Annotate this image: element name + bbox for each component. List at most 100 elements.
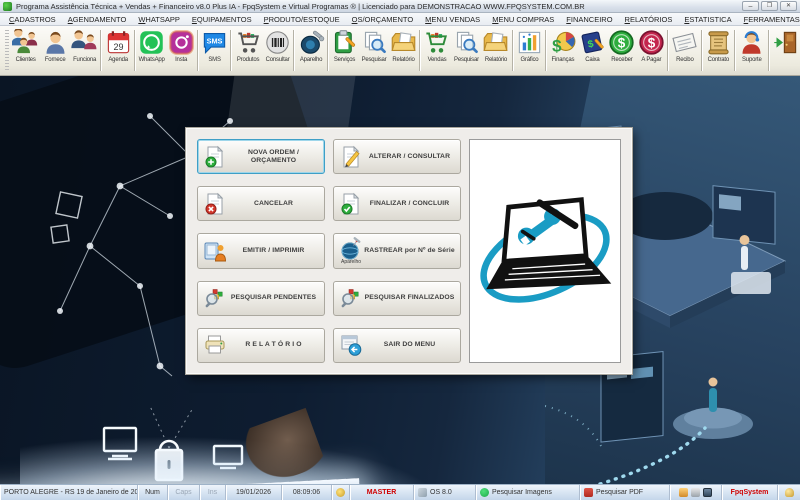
toolbar-label: Vendas bbox=[427, 57, 447, 63]
toolbar-separator bbox=[196, 30, 199, 71]
toolbar-sms[interactable]: SMS bbox=[200, 27, 229, 74]
toolbar-separator bbox=[419, 30, 422, 71]
menu-agendamento[interactable]: AGENDAMENTO bbox=[63, 14, 132, 25]
toolbar-pesquisar-os[interactable]: Pesquisar bbox=[359, 27, 388, 74]
monitor-icon[interactable] bbox=[703, 488, 712, 497]
toolbar-instagram[interactable]: Insta bbox=[166, 27, 195, 74]
search-color-icon bbox=[203, 286, 227, 310]
cancelar-button[interactable]: CANCELAR bbox=[197, 186, 325, 222]
toolbar-consultar[interactable]: Consultar bbox=[263, 27, 292, 74]
toolbar-produtos[interactable]: Produtos bbox=[233, 27, 262, 74]
menu-compras[interactable]: MENU COMPRAS bbox=[487, 14, 559, 25]
search-images-label: Pesquisar Imagens bbox=[492, 489, 552, 496]
toolbar-label: SMS bbox=[208, 57, 221, 63]
toolbar-label: Gráfico bbox=[520, 57, 539, 63]
menu-estatistica[interactable]: ESTATISTICA bbox=[679, 14, 736, 25]
menu-ferramentas[interactable]: FERRAMENTAS bbox=[739, 14, 800, 25]
menu-equipamentos[interactable]: EQUIPAMENTOS bbox=[187, 14, 257, 25]
toolbar-relatorio-os[interactable]: Relatório bbox=[389, 27, 418, 74]
doc-plus-icon bbox=[203, 145, 227, 169]
relatorio-button[interactable]: R E L A T Ó R I O bbox=[197, 327, 325, 363]
menu-cadastros[interactable]: CADASTROS bbox=[4, 14, 61, 25]
toolbar-grip bbox=[5, 30, 9, 71]
pesquisar-pendentes-button[interactable]: PESQUISAR PENDENTES bbox=[197, 280, 325, 316]
status-insert: Ins bbox=[200, 485, 226, 500]
toolbar-separator bbox=[667, 30, 670, 71]
toolbar-label: Pesquisar bbox=[454, 57, 479, 63]
button-label: SAIR DO MENU bbox=[383, 341, 436, 349]
toolbar-servicos[interactable]: Serviços bbox=[330, 27, 359, 74]
os-icon bbox=[418, 488, 427, 497]
toolbar-vendas[interactable]: Vendas bbox=[422, 27, 451, 74]
minimize-button[interactable] bbox=[742, 1, 759, 11]
toolbar-caixa[interactable]: Caixa bbox=[578, 27, 607, 74]
status-search-images[interactable]: Pesquisar Imagens bbox=[476, 485, 580, 500]
globe-device-icon bbox=[339, 237, 363, 261]
finalizar-concluir-button[interactable]: FINALIZAR / CONCLUIR bbox=[333, 186, 461, 222]
toolbar-whatsapp[interactable]: WhatsApp bbox=[137, 27, 166, 74]
emit-screen-icon bbox=[203, 239, 227, 263]
toolbar-funcionario[interactable]: Funciona bbox=[70, 27, 99, 74]
receipt-icon bbox=[671, 29, 698, 56]
menu-os-orcamento[interactable]: OS/ORÇAMENTO bbox=[347, 14, 419, 25]
toolbar-label: Receber bbox=[611, 57, 633, 63]
toolbar-label: Relatório bbox=[484, 57, 508, 63]
nova-ordem-button[interactable]: NOVA ORDEM / ORÇAMENTO bbox=[197, 139, 325, 175]
status-bar: PORTO ALEGRE - RS 19 de Janeiro de 2026 … bbox=[0, 484, 800, 500]
contract-scroll-icon bbox=[705, 29, 732, 56]
menu-financeiro[interactable]: FINANCEIRO bbox=[561, 14, 617, 25]
toolbar-grafico[interactable]: Gráfico bbox=[515, 27, 544, 74]
alterar-consultar-button[interactable]: ALTERAR / CONSULTAR bbox=[333, 139, 461, 175]
printer-gray-icon[interactable] bbox=[691, 488, 700, 497]
menu-vendas[interactable]: MENU VENDAS bbox=[420, 14, 485, 25]
toolbar-contrato[interactable]: Contrato bbox=[704, 27, 733, 74]
toolbar-separator bbox=[700, 30, 703, 71]
toolbar-separator bbox=[100, 30, 103, 71]
status-session-cell bbox=[332, 485, 350, 500]
toolbar-separator bbox=[511, 30, 514, 71]
menu-produto-estoque[interactable]: PRODUTO/ESTOQUE bbox=[259, 14, 345, 25]
status-date: 19/01/2026 bbox=[226, 485, 282, 500]
printer-color-icon[interactable] bbox=[679, 488, 688, 497]
keys-icon bbox=[784, 488, 794, 497]
button-label: ALTERAR / CONSULTAR bbox=[368, 152, 451, 160]
search-docs-icon bbox=[453, 29, 480, 56]
instagram-icon bbox=[168, 29, 195, 56]
button-label: PESQUISAR PENDENTES bbox=[230, 294, 317, 302]
toolbar-pesquisar-vendas[interactable]: Pesquisar bbox=[452, 27, 481, 74]
toolbar-suporte[interactable]: Suporte bbox=[737, 27, 766, 74]
restore-button[interactable] bbox=[761, 1, 778, 11]
window-title: Programa Assistência Técnica + Vendas + … bbox=[16, 1, 585, 11]
service-logo-panel bbox=[469, 139, 621, 363]
toolbar-recibo[interactable]: Recibo bbox=[670, 27, 699, 74]
menu-relatorios[interactable]: RELATÓRIOS bbox=[620, 14, 678, 25]
status-search-pdf[interactable]: Pesquisar PDF bbox=[580, 485, 670, 500]
toolbar-receber[interactable]: Receber bbox=[607, 27, 636, 74]
search-docs-icon bbox=[361, 29, 388, 56]
toolbar-agenda[interactable]: Agenda bbox=[103, 27, 132, 74]
toolbar-relatorio-vendas[interactable]: Relatório bbox=[481, 27, 510, 74]
toolbar-label: Contrato bbox=[707, 57, 730, 63]
toolbar-clientes[interactable]: Clientes bbox=[11, 27, 40, 74]
toolbar-separator bbox=[767, 30, 770, 71]
toolbar: Clientes Fornece Funciona Agenda WhatsAp… bbox=[0, 26, 800, 76]
search-color-icon bbox=[339, 286, 363, 310]
toolbar-sair[interactable] bbox=[771, 27, 800, 74]
sales-cart-icon bbox=[423, 29, 450, 56]
toolbar-apagar[interactable]: A Pagar bbox=[637, 27, 666, 74]
toolbar-separator bbox=[230, 30, 233, 71]
application-window: Programa Assistência Técnica + Vendas + … bbox=[0, 0, 800, 500]
emitir-imprimir-button[interactable]: EMITIR / IMPRIMIR bbox=[197, 233, 325, 269]
toolbar-aparelho[interactable]: Aparelho bbox=[296, 27, 325, 74]
sair-do-menu-button[interactable]: SAIR DO MENU bbox=[333, 327, 461, 363]
close-button[interactable] bbox=[780, 1, 797, 11]
pesquisar-finalizados-button[interactable]: PESQUISAR FINALIZADOS bbox=[333, 280, 461, 316]
rastrear-serie-button[interactable]: Aparelho RASTREAR por Nº de Série bbox=[333, 233, 461, 269]
menu-whatsapp[interactable]: WHATSAPP bbox=[133, 14, 185, 25]
products-cart-icon bbox=[235, 29, 262, 56]
toolbar-fornecedor[interactable]: Fornece bbox=[40, 27, 69, 74]
hand-thumb bbox=[239, 407, 327, 484]
calendar-icon bbox=[105, 29, 132, 56]
toolbar-financas[interactable]: Finanças bbox=[548, 27, 577, 74]
barcode-icon bbox=[264, 29, 291, 56]
